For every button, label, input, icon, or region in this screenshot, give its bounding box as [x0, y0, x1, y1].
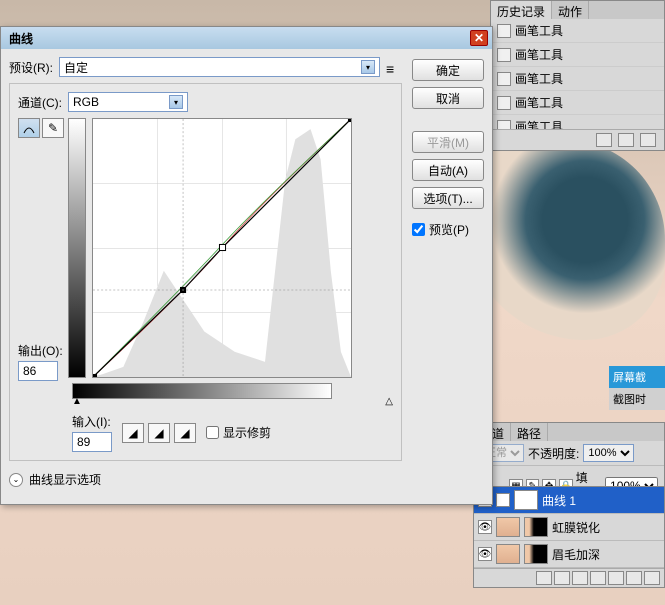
screen-row-1[interactable]: 屏幕截 — [609, 366, 665, 388]
layer-mask-thumb — [514, 490, 538, 510]
layer-item[interactable]: 👁虹膜锐化 — [474, 514, 664, 541]
history-trash-icon[interactable] — [640, 133, 656, 147]
layer-fx-icon[interactable] — [554, 571, 570, 585]
show-clipping-label: 显示修剪 — [223, 424, 271, 441]
preset-select[interactable]: 自定 ▾ — [59, 57, 380, 77]
layer-link-icon[interactable] — [536, 571, 552, 585]
show-clipping-checkbox[interactable] — [206, 426, 219, 439]
eyedropper-white-icon[interactable]: ◢ — [174, 423, 196, 443]
layer-new-icon[interactable] — [626, 571, 642, 585]
cancel-button[interactable]: 取消 — [412, 87, 484, 109]
preset-menu-icon[interactable] — [386, 61, 402, 73]
input-input[interactable] — [72, 432, 112, 452]
visibility-icon[interactable]: 👁 — [478, 520, 492, 534]
input-label: 输入(I): — [72, 413, 112, 430]
opacity-label: 不透明度: — [528, 445, 579, 462]
history-item[interactable]: 画笔工具 — [491, 43, 664, 67]
black-slider-icon[interactable]: ▲ — [72, 396, 82, 407]
layer-group-icon[interactable] — [608, 571, 624, 585]
layer-thumb-icon — [496, 544, 520, 564]
history-item[interactable]: 画笔工具 — [491, 19, 664, 43]
ok-button[interactable]: 确定 — [412, 59, 484, 81]
history-item[interactable]: 画笔工具 — [491, 91, 664, 115]
smooth-button[interactable]: 平滑(M) — [412, 131, 484, 153]
layer-thumb-icon — [496, 517, 520, 537]
layer-adjust-icon[interactable] — [590, 571, 606, 585]
history-camera-icon[interactable] — [618, 133, 634, 147]
layer-mask-thumb — [524, 517, 548, 537]
layers-panel: 👁◔曲线 1👁虹膜锐化👁眉毛加深 — [473, 486, 665, 588]
chevron-down-icon: ▾ — [169, 95, 183, 109]
layer-mask-icon[interactable] — [572, 571, 588, 585]
tab-paths[interactable]: 路径 — [511, 423, 548, 441]
output-label: 输出(O): — [18, 342, 64, 359]
auto-button[interactable]: 自动(A) — [412, 159, 484, 181]
brush-icon — [497, 96, 511, 110]
brush-icon — [497, 24, 511, 38]
close-button[interactable]: ✕ — [470, 30, 488, 46]
curves-dialog: 曲线 ✕ 预设(R): 自定 ▾ 通道(C): RGB ▾ — [0, 26, 493, 505]
eyedropper-gray-icon[interactable]: ◢ — [148, 423, 170, 443]
opacity-select[interactable]: 100% — [583, 444, 634, 462]
history-snapshot-icon[interactable] — [596, 133, 612, 147]
curve-point-tool[interactable] — [18, 118, 40, 138]
brush-icon — [497, 48, 511, 62]
layer-mask-thumb — [524, 544, 548, 564]
display-options-label: 曲线显示选项 — [29, 471, 101, 488]
options-button[interactable]: 选项(T)... — [412, 187, 484, 209]
preview-label: 预览(P) — [429, 221, 469, 238]
output-gradient — [68, 118, 86, 378]
tab-history[interactable]: 历史记录 — [491, 1, 552, 19]
output-input[interactable] — [18, 361, 58, 381]
tab-actions[interactable]: 动作 — [552, 1, 589, 19]
adjustment-icon: ◔ — [496, 493, 510, 507]
expand-icon: ⌄ — [9, 473, 23, 487]
screen-panel: 屏幕截 截图时 — [609, 366, 665, 410]
brush-icon — [497, 120, 511, 130]
layer-item[interactable]: 👁眉毛加深 — [474, 541, 664, 568]
layer-item[interactable]: 👁◔曲线 1 — [474, 487, 664, 514]
curve-graph[interactable] — [92, 118, 352, 378]
channel-label: 通道(C): — [18, 94, 62, 111]
layer-trash-icon[interactable] — [644, 571, 660, 585]
brush-icon — [497, 72, 511, 86]
dialog-title: 曲线 — [9, 30, 33, 47]
preview-checkbox[interactable] — [412, 223, 425, 236]
history-item[interactable]: 画笔工具 — [491, 115, 664, 129]
channel-select[interactable]: RGB ▾ — [68, 92, 188, 112]
display-options-toggle[interactable]: ⌄ 曲线显示选项 — [9, 471, 402, 488]
chevron-down-icon: ▾ — [361, 60, 375, 74]
history-item[interactable]: 画笔工具 — [491, 67, 664, 91]
screen-row-2[interactable]: 截图时 — [609, 388, 665, 410]
history-panel: 历史记录 动作 画笔工具画笔工具画笔工具画笔工具画笔工具画笔工具 — [490, 0, 665, 151]
preset-label: 预设(R): — [9, 59, 53, 76]
eyedropper-black-icon[interactable]: ◢ — [122, 423, 144, 443]
visibility-icon[interactable]: 👁 — [478, 547, 492, 561]
white-slider-icon[interactable]: △ — [385, 396, 393, 407]
curve-pencil-tool[interactable]: ✎ — [42, 118, 64, 138]
